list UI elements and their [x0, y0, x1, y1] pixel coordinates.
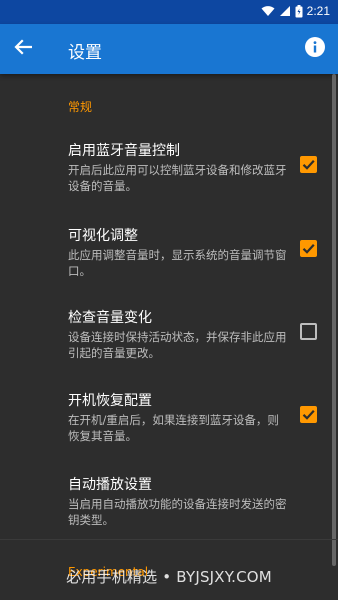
info-icon: [305, 37, 325, 61]
signal-icon: [279, 5, 291, 17]
section-header-general: 常规: [68, 100, 93, 114]
setting-summary: 当启用自动播放功能的设备连接时发送的密钥类型。: [68, 497, 287, 527]
checkmark-icon: [302, 244, 315, 254]
status-bar: 2:21: [0, 0, 338, 24]
restore-on-boot-checkbox[interactable]: [300, 406, 317, 423]
back-button[interactable]: [10, 36, 36, 62]
setting-summary: 设备连接时保持活动状态，并保存非此应用引起的音量更改。: [68, 330, 287, 360]
bluetooth-volume-control-checkbox[interactable]: [300, 156, 317, 173]
setting-summary: 在开机/重启后，如果连接到蓝牙设备，则恢复其音量。: [68, 413, 279, 443]
setting-summary: 开启后此应用可以控制蓝牙设备和修改蓝牙设备的音量。: [68, 163, 287, 193]
status-time: 2:21: [306, 4, 330, 18]
setting-title: 开机恢复配置: [68, 393, 152, 409]
check-volume-change-checkbox[interactable]: [300, 323, 317, 340]
setting-title: 启用蓝牙音量控制: [68, 143, 180, 159]
info-button[interactable]: [304, 37, 326, 61]
scrollbar[interactable]: [332, 74, 336, 566]
wifi-icon: [261, 5, 275, 17]
app-bar: 设置: [0, 24, 338, 74]
setting-title: 检查音量变化: [68, 310, 152, 326]
setting-summary: 此应用调整音量时，显示系统的音量调节窗口。: [68, 248, 287, 278]
visual-adjust-checkbox[interactable]: [300, 240, 317, 257]
checkmark-icon: [302, 410, 315, 420]
settings-list[interactable]: 常规 启用蓝牙音量控制 开启后此应用可以控制蓝牙设备和修改蓝牙设备的音量。 可视…: [0, 74, 338, 600]
back-arrow-icon: [14, 39, 33, 59]
section-divider: [0, 539, 338, 540]
status-icons: 2:21: [261, 4, 330, 18]
setting-title: 自动播放设置: [68, 477, 152, 493]
watermark-text: 必用手机精选 • BYJSJXY.COM: [66, 568, 272, 586]
checkmark-icon: [302, 160, 315, 170]
page-title: 设置: [68, 43, 102, 63]
setting-title: 可视化调整: [68, 228, 138, 244]
battery-icon: [295, 4, 303, 18]
